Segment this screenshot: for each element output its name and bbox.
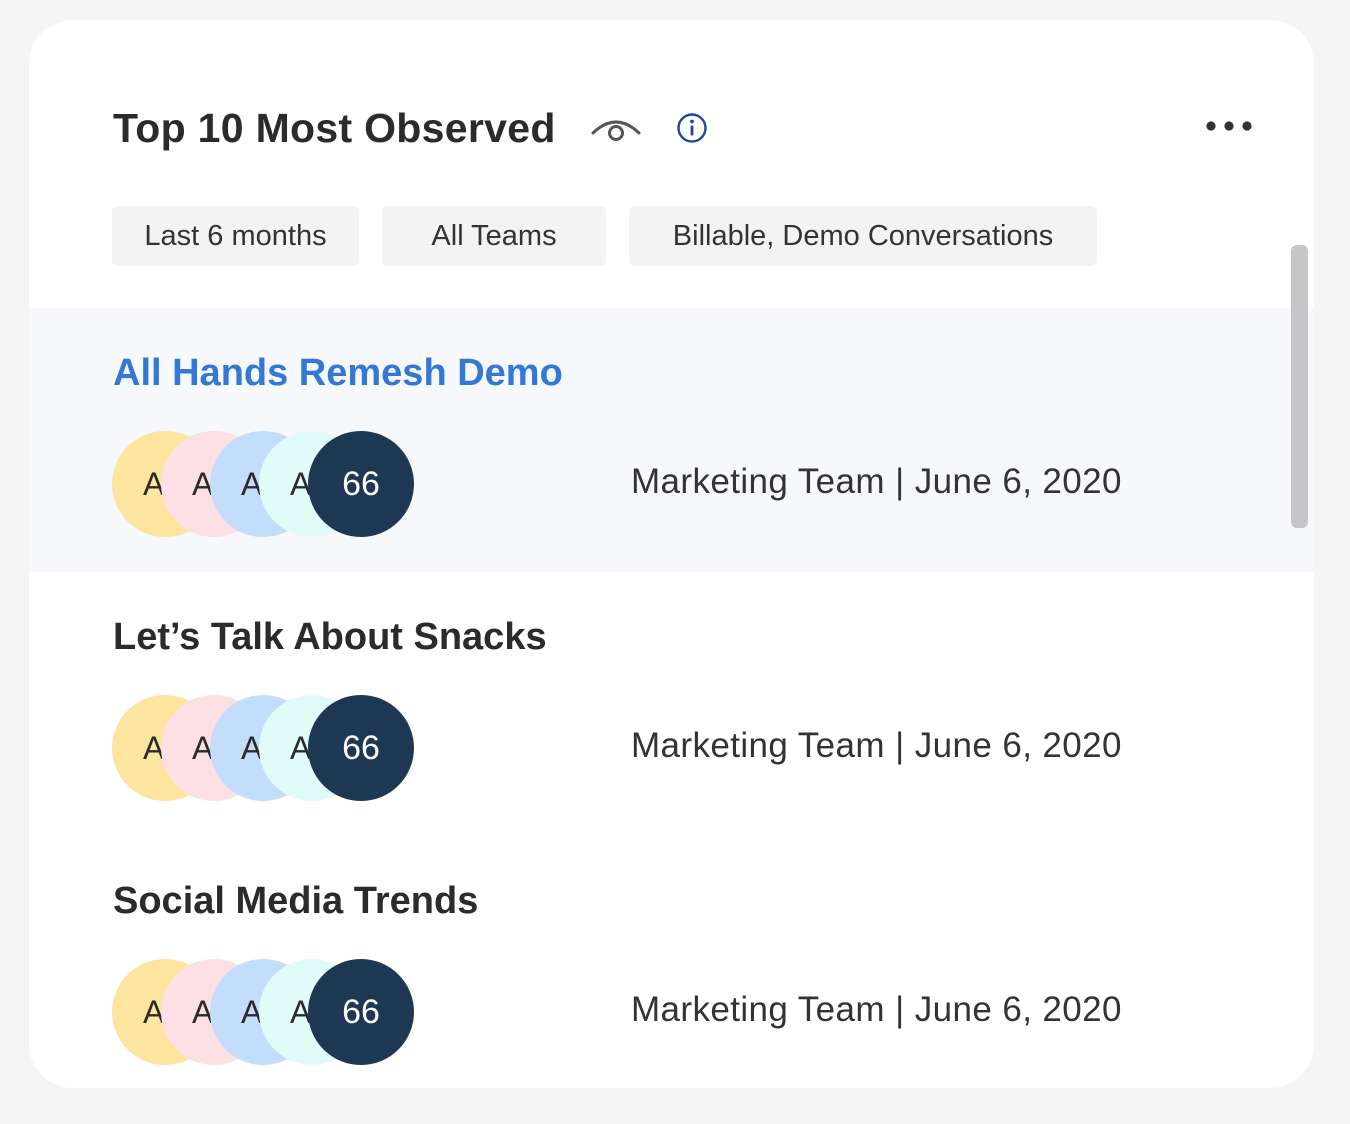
- avatar-count-badge: 66: [308, 695, 414, 801]
- filter-chip-time-range[interactable]: Last 6 months: [112, 206, 359, 266]
- team-name: Marketing Team: [631, 726, 885, 765]
- conversation-meta: Marketing Team | June 6, 2020: [631, 726, 1122, 766]
- filter-chip-conversation-type[interactable]: Billable, Demo Conversations: [629, 206, 1097, 266]
- team-name: Marketing Team: [631, 990, 885, 1029]
- conversation-title[interactable]: All Hands Remesh Demo: [113, 352, 563, 395]
- conversation-title[interactable]: Social Media Trends: [113, 880, 478, 923]
- avatar-count-badge: 66: [308, 959, 414, 1065]
- conversation-date: June 6, 2020: [914, 462, 1122, 501]
- conversation-date: June 6, 2020: [914, 726, 1122, 765]
- filter-chips: Last 6 months All Teams Billable, Demo C…: [112, 206, 1120, 266]
- card-header: Top 10 Most Observed: [113, 98, 708, 158]
- more-options-icon[interactable]: [1205, 116, 1253, 136]
- team-name: Marketing Team: [631, 462, 885, 501]
- meta-separator: |: [895, 990, 905, 1029]
- avatar-group: A A A A 66: [112, 959, 422, 1065]
- conversation-meta: Marketing Team | June 6, 2020: [631, 462, 1122, 502]
- conversation-title[interactable]: Let’s Talk About Snacks: [113, 616, 547, 659]
- conversation-row[interactable]: Let’s Talk About Snacks A A A A 66 Marke…: [29, 572, 1314, 836]
- info-icon[interactable]: [676, 112, 708, 144]
- scrollbar-thumb[interactable]: [1291, 245, 1308, 528]
- most-observed-card: Top 10 Most Observed Last 6 months All T…: [29, 20, 1314, 1088]
- meta-separator: |: [895, 726, 905, 765]
- conversation-meta: Marketing Team | June 6, 2020: [631, 990, 1122, 1030]
- avatar-group: A A A A 66: [112, 695, 422, 801]
- avatar-group: A A A A 66: [112, 431, 422, 537]
- avatar-count-badge: 66: [308, 431, 414, 537]
- conversation-list: All Hands Remesh Demo A A A A 66 Marketi…: [29, 308, 1314, 1088]
- conversation-row[interactable]: All Hands Remesh Demo A A A A 66 Marketi…: [29, 308, 1314, 572]
- card-title: Top 10 Most Observed: [113, 104, 556, 151]
- conversation-row[interactable]: Social Media Trends A A A A 66 Marketing…: [29, 836, 1314, 1088]
- meta-separator: |: [895, 462, 905, 501]
- filter-chip-teams[interactable]: All Teams: [382, 206, 606, 266]
- conversation-date: June 6, 2020: [914, 990, 1122, 1029]
- eye-icon: [590, 113, 642, 143]
